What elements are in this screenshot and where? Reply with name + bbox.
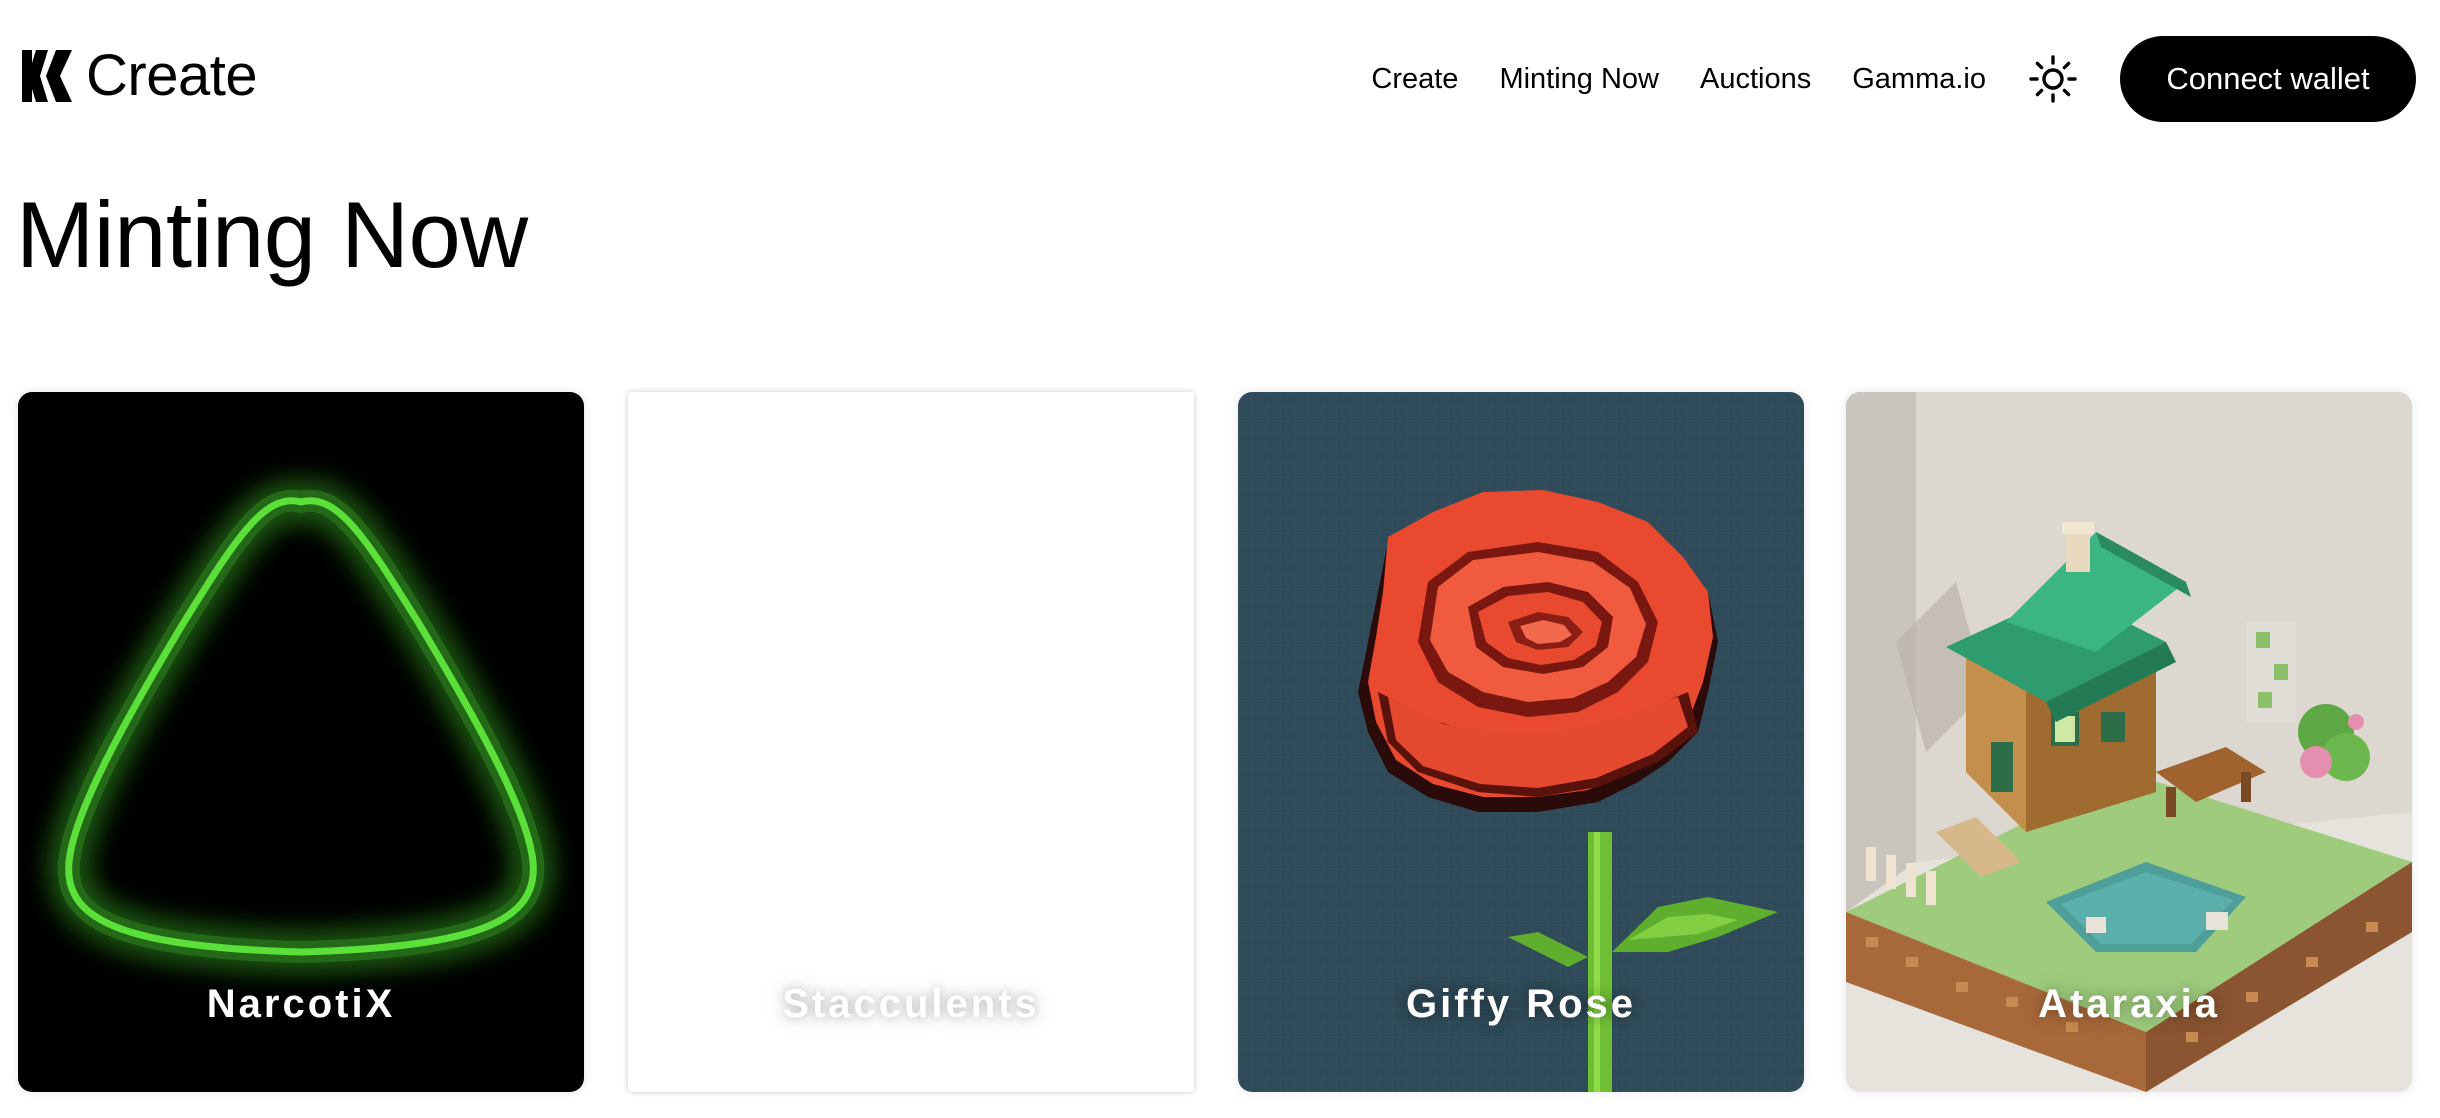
logo-mark-icon [22, 50, 72, 102]
collection-name: NarcotiX [206, 982, 396, 1026]
collection-card-narcotix[interactable]: NarcotiX [18, 392, 584, 1092]
brand-logo[interactable]: Create [22, 43, 258, 108]
nav-link-gamma[interactable]: Gamma.io [1852, 63, 1986, 96]
collection-card-stacculents[interactable]: Stacculents [628, 392, 1194, 1092]
collection-card-giffy-rose[interactable]: Giffy Rose [1238, 392, 1804, 1092]
connect-wallet-button[interactable]: Connect wallet [2120, 36, 2416, 122]
nav-link-auctions[interactable]: Auctions [1700, 63, 1811, 96]
main-nav: Create Minting Now Auctions Gamma.io Con… [1371, 36, 2440, 122]
brand-name: Create [86, 43, 258, 108]
collection-name: Stacculents [782, 982, 1040, 1026]
nav-link-create[interactable]: Create [1371, 63, 1458, 96]
page-title: Minting Now [16, 182, 528, 287]
collection-name: Giffy Rose [1405, 982, 1637, 1026]
collection-name: Ataraxia [2038, 982, 2220, 1026]
sun-icon [2029, 55, 2077, 103]
collection-grid: NarcotiX Stacculents Giffy Rose Ataraxia [18, 392, 2418, 1092]
theme-toggle-button[interactable] [2027, 53, 2079, 105]
collection-card-ataraxia[interactable]: Ataraxia [1846, 392, 2412, 1092]
nav-link-minting-now[interactable]: Minting Now [1499, 63, 1659, 96]
top-header: Create Create Minting Now Auctions Gamma… [0, 0, 2440, 160]
